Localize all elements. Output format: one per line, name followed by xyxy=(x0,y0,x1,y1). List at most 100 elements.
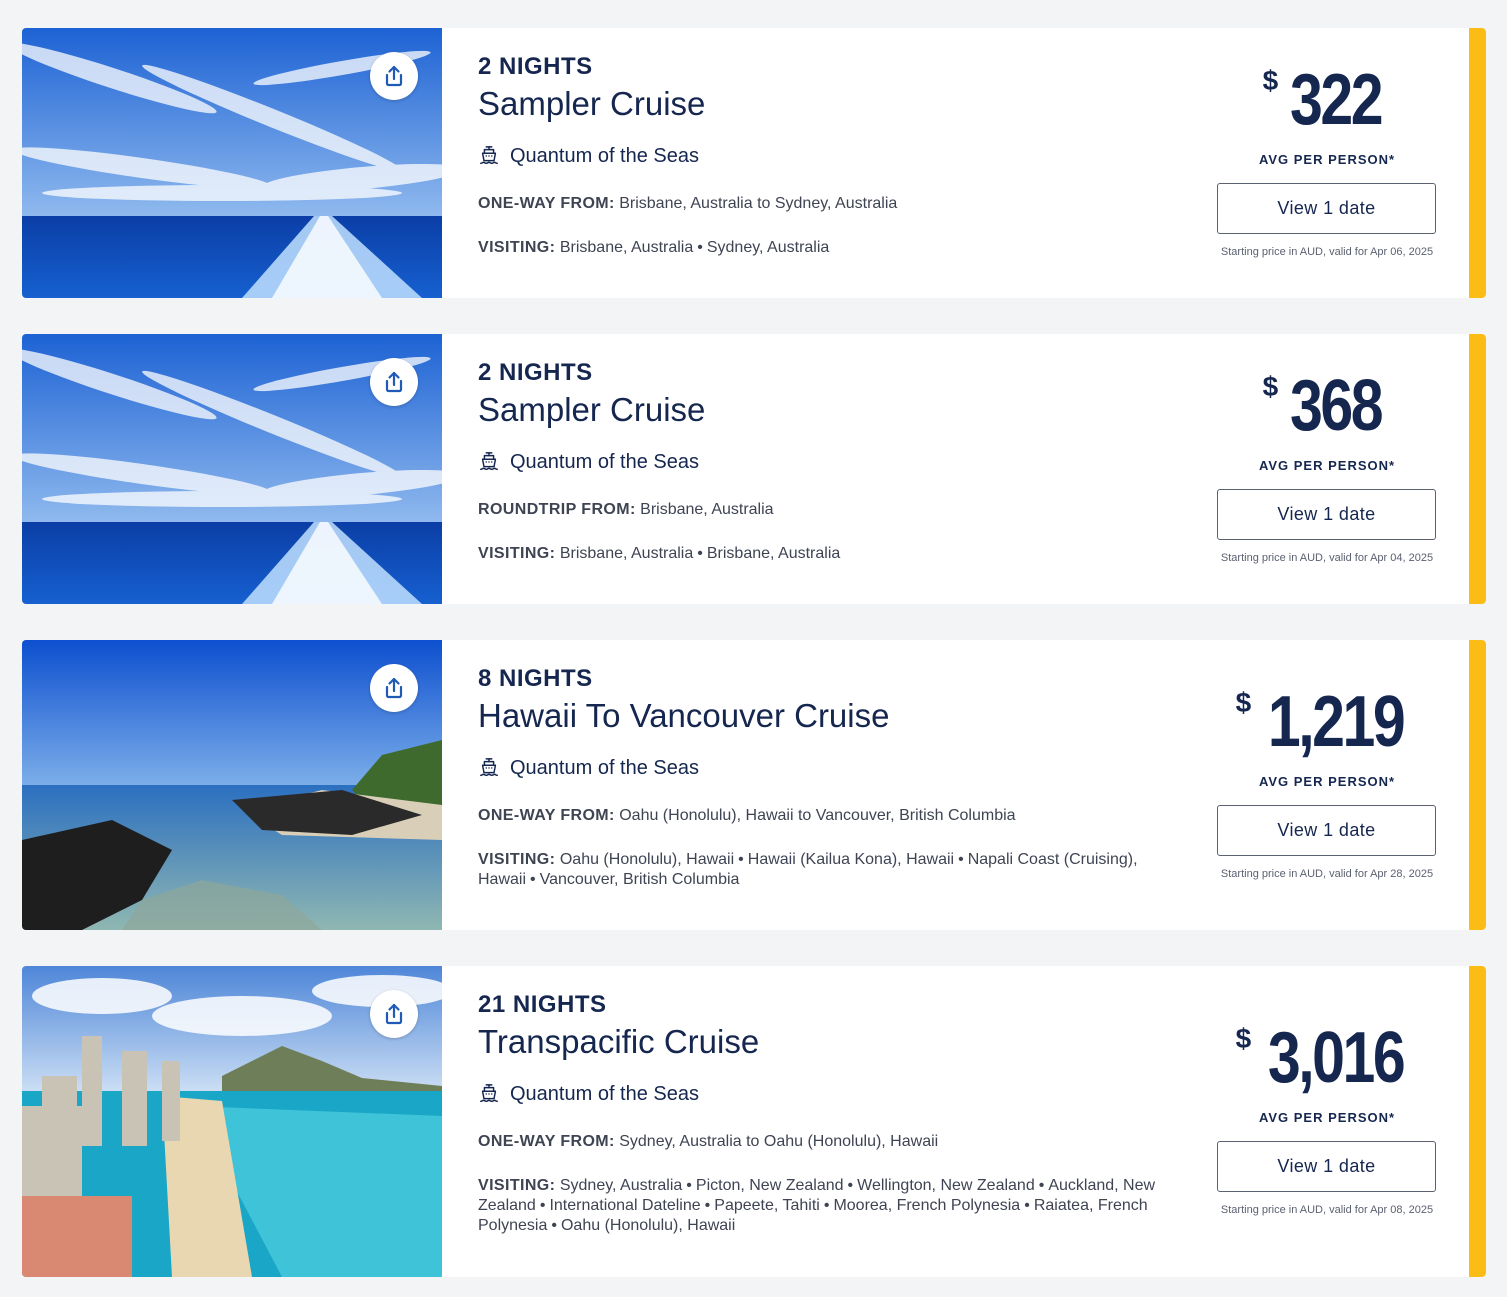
currency-symbol: $ xyxy=(1235,687,1252,718)
bullet-separator: • xyxy=(738,851,744,868)
share-button[interactable] xyxy=(370,990,418,1038)
view-dates-button[interactable]: View 1 date xyxy=(1217,183,1436,234)
price: $ 3,016 xyxy=(1236,1022,1419,1094)
visiting-row: VISITING: Oahu (Honolulu), Hawaii • Hawaii… xyxy=(478,850,1178,890)
view-dates-button[interactable]: View 1 date xyxy=(1217,1141,1436,1192)
accent-bar xyxy=(1469,28,1486,298)
cruise-title[interactable]: Sampler Cruise xyxy=(478,390,1178,430)
price: $ 322 xyxy=(1263,64,1392,136)
ship-name-row: Quantum of the Seas xyxy=(478,756,1178,780)
price: $ 1,219 xyxy=(1236,686,1419,758)
visiting-port: Sydney, Australia xyxy=(706,239,830,256)
visiting-label: VISITING: xyxy=(478,851,556,868)
departure-label: ROUNDTRIP FROM: xyxy=(478,501,636,518)
share-button[interactable] xyxy=(370,664,418,712)
ship-name-row: Quantum of the Seas xyxy=(478,144,1178,168)
ship-name-row: Quantum of the Seas xyxy=(478,1082,1178,1106)
departure-label: ONE-WAY FROM: xyxy=(478,195,615,212)
price-value: 1,219 xyxy=(1268,682,1406,762)
departure-value: Brisbane, Australia to Sydney, Australia xyxy=(619,195,898,212)
visiting-label: VISITING: xyxy=(478,545,556,562)
visiting-port: Oahu (Honolulu), Hawaii xyxy=(559,851,735,868)
bullet-separator: • xyxy=(1024,1197,1030,1214)
departure-row: ONE-WAY FROM: Sydney, Australia to Oahu … xyxy=(478,1132,1178,1152)
accent-bar xyxy=(1469,334,1486,604)
avg-per-person-label: AVG PER PERSON* xyxy=(1258,1110,1396,1125)
nights-count: 2 NIGHTS xyxy=(478,53,593,80)
price-block: $ 1,219 xyxy=(1217,686,1437,758)
price-block: $ 322 xyxy=(1217,64,1437,136)
price-value: 322 xyxy=(1290,60,1384,140)
ship-icon xyxy=(478,1083,500,1105)
ship-icon xyxy=(478,757,500,779)
visiting-port: Wellington, New Zealand xyxy=(857,1177,1035,1194)
price-value: 368 xyxy=(1290,366,1384,446)
visiting-port: Sydney, Australia xyxy=(559,1177,683,1194)
visiting-port: Brisbane, Australia xyxy=(559,545,694,562)
visiting-port: Brisbane, Australia xyxy=(559,239,694,256)
price-note: Starting price in AUD, valid for Apr 08,… xyxy=(1220,1204,1434,1216)
bullet-separator: • xyxy=(847,1177,854,1194)
price-note: Starting price in AUD, valid for Apr 04,… xyxy=(1220,552,1434,564)
price-note: Starting price in AUD, valid for Apr 28,… xyxy=(1220,868,1434,880)
cruise-card: 8 NIGHTS Hawaii To Vancouver Cruise Quan… xyxy=(22,640,1486,930)
share-upload-icon xyxy=(381,675,407,701)
visiting-port: Papeete, Tahiti xyxy=(714,1197,820,1214)
departure-value: Brisbane, Australia xyxy=(640,501,774,518)
accent-bar xyxy=(1469,966,1486,1277)
bullet-separator: • xyxy=(539,1197,546,1214)
nights-count: 8 NIGHTS xyxy=(478,665,593,692)
price-block: $ 368 xyxy=(1217,370,1437,442)
share-upload-icon xyxy=(381,369,407,395)
bullet-separator: • xyxy=(697,239,703,256)
bullet-separator: • xyxy=(958,851,964,868)
bullet-separator: • xyxy=(823,1197,830,1214)
currency-symbol: $ xyxy=(1262,65,1279,96)
ship-name: Quantum of the Seas xyxy=(510,756,700,779)
nights-count: 2 NIGHTS xyxy=(478,359,593,386)
cruise-title[interactable]: Transpacific Cruise xyxy=(478,1022,1178,1062)
share-upload-icon xyxy=(381,63,407,89)
ship-icon xyxy=(478,451,500,473)
bullet-separator: • xyxy=(551,1217,557,1234)
view-dates-button[interactable]: View 1 date xyxy=(1217,805,1436,856)
departure-value: Oahu (Honolulu), Hawaii to Vancouver, Br… xyxy=(619,807,1016,824)
departure-row: ONE-WAY FROM: Oahu (Honolulu), Hawaii to… xyxy=(478,806,1178,826)
price-note: Starting price in AUD, valid for Apr 06,… xyxy=(1220,246,1434,258)
share-upload-icon xyxy=(381,1001,407,1027)
visiting-port: Hawaii (Kailua Kona), Hawaii xyxy=(747,851,955,868)
currency-symbol: $ xyxy=(1262,371,1279,402)
visiting-port: International Dateline xyxy=(549,1197,701,1214)
share-button[interactable] xyxy=(370,52,418,100)
visiting-label: VISITING: xyxy=(478,1177,556,1194)
cruise-card: 21 NIGHTS Transpacific Cruise Quantum of… xyxy=(22,966,1486,1277)
bullet-separator: • xyxy=(697,545,703,562)
ship-name: Quantum of the Seas xyxy=(510,1082,700,1105)
cruise-info: 2 NIGHTS Sampler Cruise Quantum of the S… xyxy=(478,358,1178,564)
departure-row: ONE-WAY FROM: Brisbane, Australia to Syd… xyxy=(478,194,1178,214)
currency-symbol: $ xyxy=(1235,1023,1252,1054)
ship-name: Quantum of the Seas xyxy=(510,144,700,167)
share-button[interactable] xyxy=(370,358,418,406)
cruise-title[interactable]: Sampler Cruise xyxy=(478,84,1178,124)
avg-per-person-label: AVG PER PERSON* xyxy=(1258,774,1396,789)
bullet-separator: • xyxy=(704,1197,711,1214)
visiting-port: Moorea, French Polynesia xyxy=(833,1197,1021,1214)
visiting-label: VISITING: xyxy=(478,239,556,256)
cruise-card: 2 NIGHTS Sampler Cruise Quantum of the S… xyxy=(22,28,1486,298)
cruise-title[interactable]: Hawaii To Vancouver Cruise xyxy=(478,696,1178,736)
avg-per-person-label: AVG PER PERSON* xyxy=(1258,458,1396,473)
bullet-separator: • xyxy=(530,871,536,888)
visiting-row: VISITING: Sydney, Australia • Picton, New … xyxy=(478,1176,1178,1236)
departure-value: Sydney, Australia to Oahu (Honolulu), Ha… xyxy=(619,1133,939,1150)
visiting-port: Picton, New Zealand xyxy=(695,1177,844,1194)
cruise-card: 2 NIGHTS Sampler Cruise Quantum of the S… xyxy=(22,334,1486,604)
visiting-port: Vancouver, British Columbia xyxy=(539,871,740,888)
price: $ 368 xyxy=(1263,370,1392,442)
view-dates-button[interactable]: View 1 date xyxy=(1217,489,1436,540)
visiting-row: VISITING: Brisbane, Australia • Sydney, Au… xyxy=(478,238,1178,258)
nights-count: 21 NIGHTS xyxy=(478,991,607,1018)
cruise-info: 2 NIGHTS Sampler Cruise Quantum of the S… xyxy=(478,52,1178,258)
cruise-info: 21 NIGHTS Transpacific Cruise Quantum of… xyxy=(478,990,1178,1236)
cruise-info: 8 NIGHTS Hawaii To Vancouver Cruise Quan… xyxy=(478,664,1178,890)
